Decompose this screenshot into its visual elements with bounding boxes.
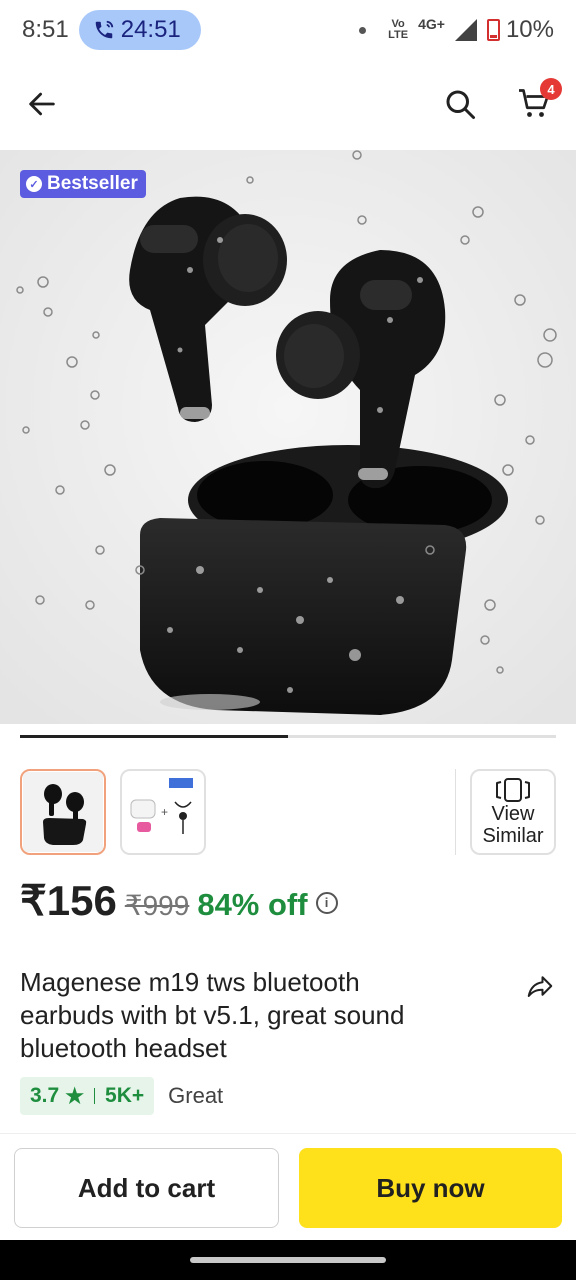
add-to-cart-button[interactable]: Add to cart [14,1148,279,1228]
price-info-icon[interactable]: i [315,891,338,914]
selling-price: ₹156 [20,877,117,924]
stacked-cards-icon [496,778,530,802]
rating-label: Great [168,1083,224,1108]
search-icon [446,90,475,119]
view-similar-line1: View [491,803,535,825]
search-button[interactable] [438,82,482,126]
share-button[interactable] [520,966,560,1006]
rating-count: 5K+ [105,1084,145,1107]
rating-value: 3.7 [30,1084,60,1107]
signal-icon [454,19,477,41]
bottom-divider [0,1133,576,1134]
status-bar: 8:51 24:51 Vo LTE 4G+ 10% [0,0,576,60]
back-button[interactable] [20,82,64,126]
gallery-progress-track [20,735,556,738]
star-icon: ★ [65,1084,85,1108]
status-icons: Vo LTE 4G+ 10% [359,16,554,44]
rating-pill[interactable]: 3.7 ★ 5K+ [20,1077,155,1115]
thumbnail-strip: + View Similar [20,768,556,856]
svg-text:+: + [161,805,168,819]
battery-level: 10% [505,16,554,43]
view-similar-button[interactable]: View Similar [470,769,556,855]
back-arrow-icon [29,92,55,116]
gallery-progress-fill [20,735,288,738]
thumbnail-earbuds-image [23,772,103,852]
bestseller-badge: ✓ Bestseller [20,170,146,198]
product-photo [0,150,576,724]
phone-icon [95,20,113,39]
network-type: 4G+ [418,16,445,32]
call-timer: 24:51 [120,16,181,43]
price-row: ₹156 ₹999 84% off i [20,876,338,925]
battery-icon [486,19,500,41]
rating-row[interactable]: 3.7 ★ 5K+ Great [20,1077,223,1115]
notification-dot-icon [359,26,367,34]
buy-now-button[interactable]: Buy now [299,1148,562,1228]
thumbnail-divider [455,769,456,855]
bestseller-label: Bestseller [47,173,138,194]
product-title: Magenese m19 tws bluetooth earbuds with … [20,967,405,1063]
check-badge-icon: ✓ [26,176,42,192]
discount-percent: 84% off [197,887,308,922]
gesture-handle[interactable] [190,1257,386,1263]
status-time: 8:51 [22,16,69,43]
ongoing-call-chip[interactable]: 24:51 [78,10,201,50]
volte-indicator: Vo LTE [388,18,409,41]
view-similar-line2: Similar [482,825,544,847]
original-price: ₹999 [124,890,190,921]
rating-separator [94,1088,96,1104]
thumbnail-2[interactable]: + [120,769,206,855]
system-navigation-bar [0,1240,576,1280]
action-buttons: Add to cart Buy now [14,1148,562,1228]
cart-count-badge: 4 [540,78,562,100]
app-bar: 4 [0,60,576,148]
share-icon [527,976,553,997]
thumbnail-1[interactable] [20,769,106,855]
thumbnail-combo-offer-image: + [123,772,203,852]
product-image-gallery[interactable]: ✓ Bestseller [0,150,576,724]
cart-button[interactable]: 4 [512,78,562,126]
